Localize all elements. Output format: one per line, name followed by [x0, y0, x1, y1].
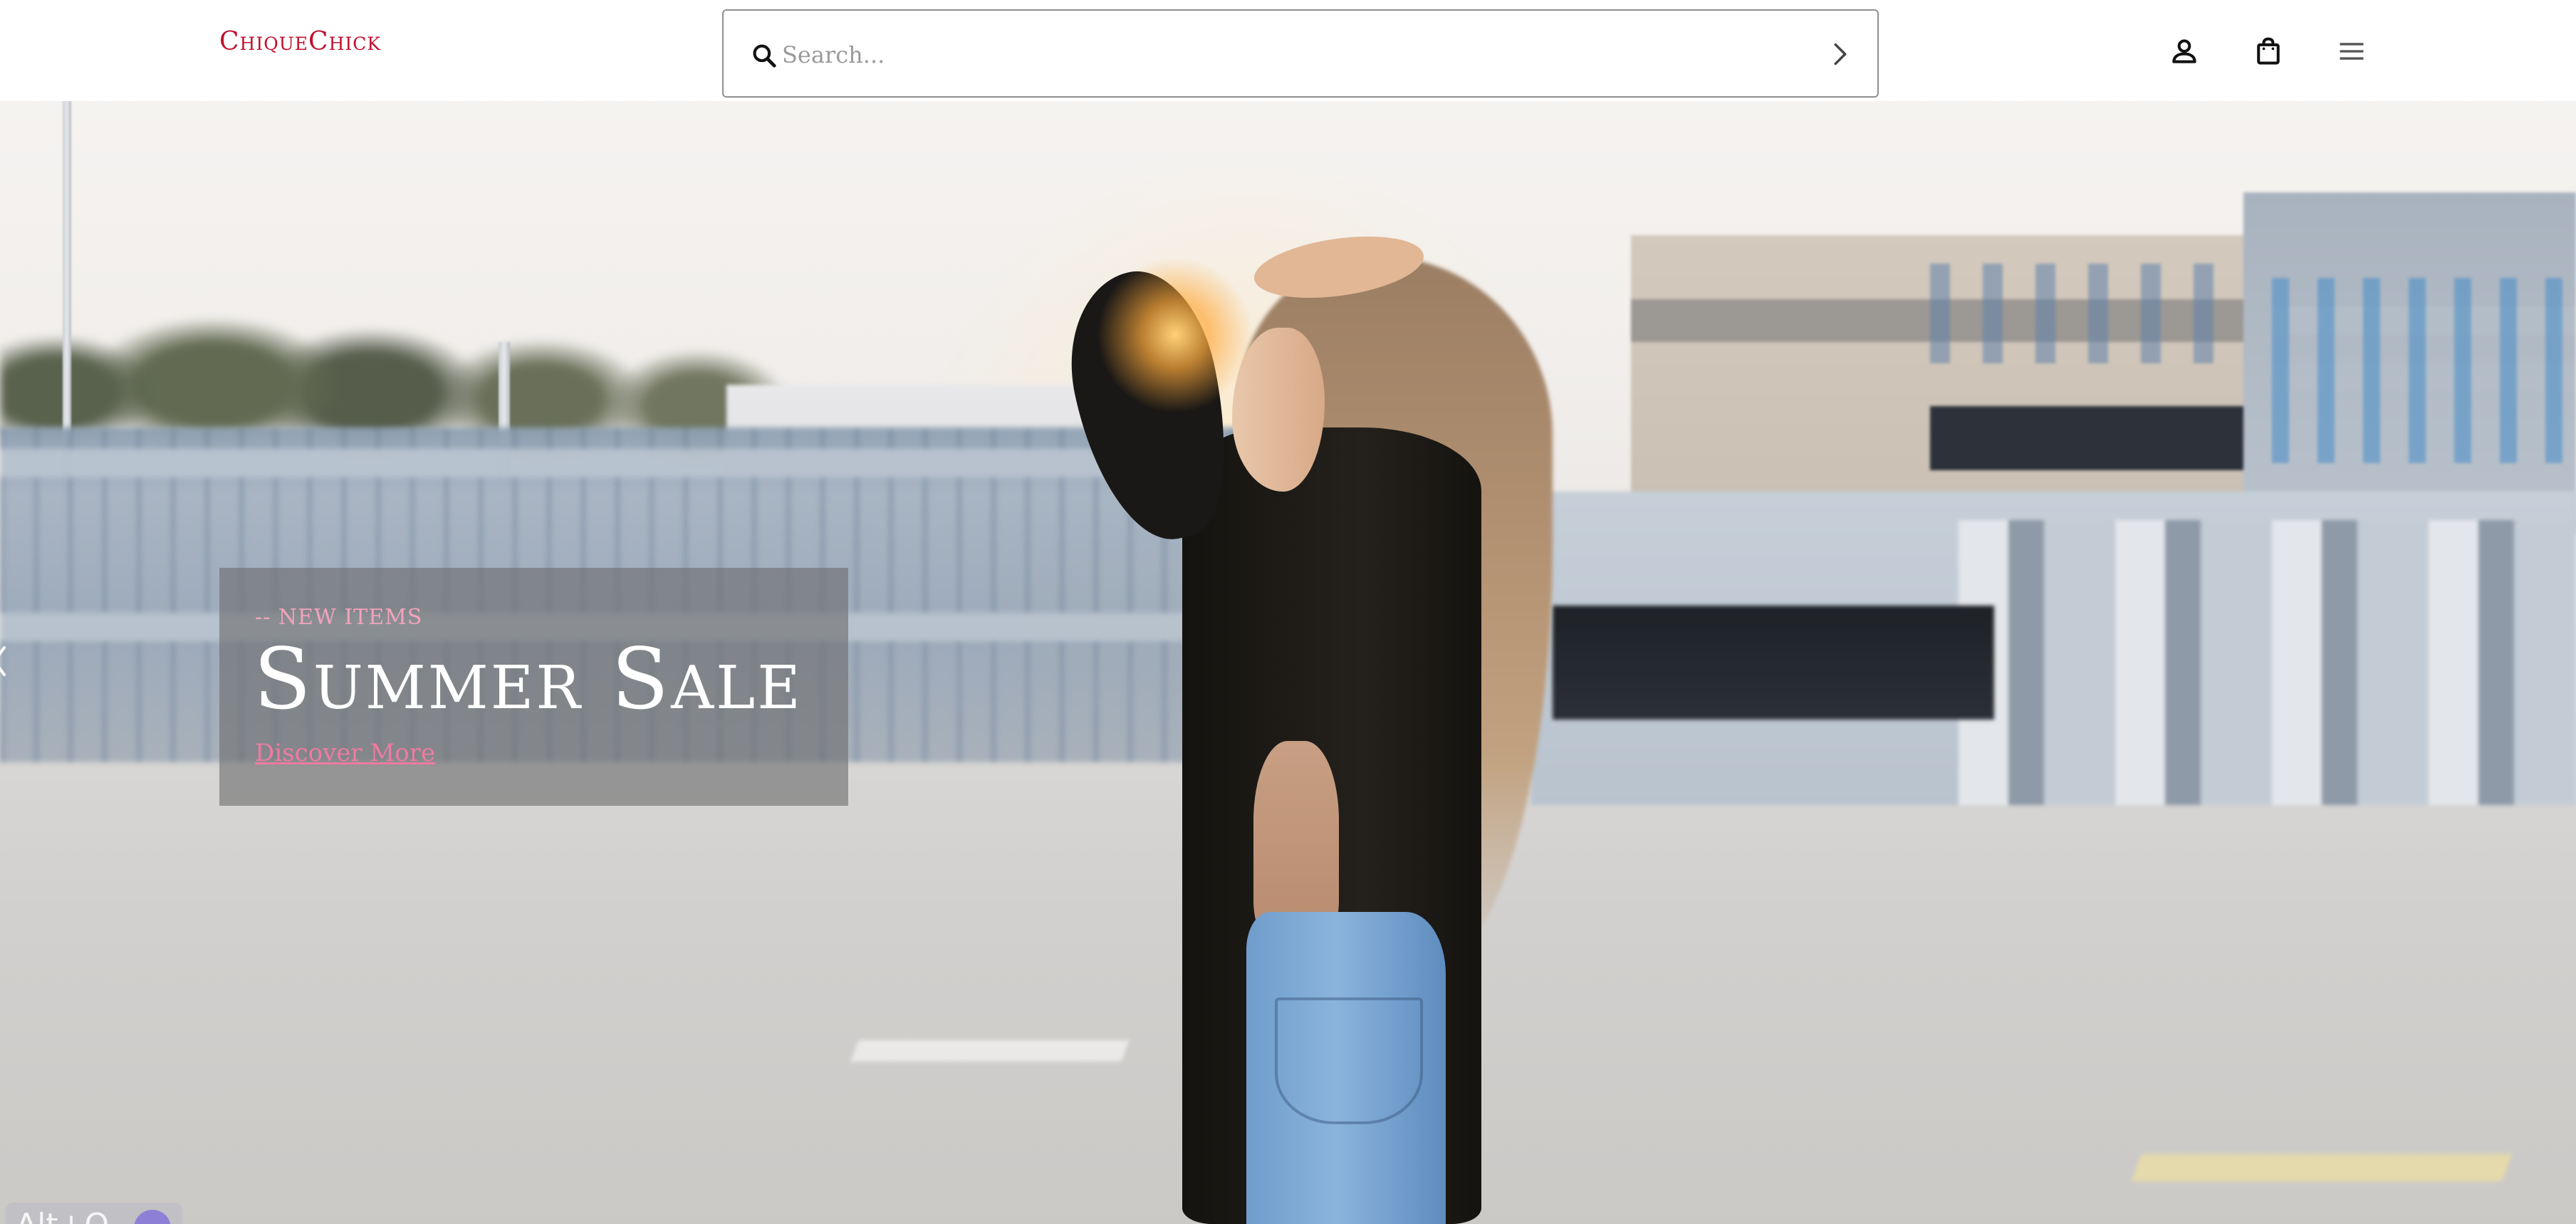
search-icon	[751, 42, 778, 69]
promo-eyebrow: -- NEW ITEMS	[255, 605, 423, 630]
railing-pillars	[1959, 520, 2576, 805]
model-back	[1253, 741, 1339, 940]
parking-tunnel	[1553, 606, 1994, 720]
site-logo[interactable]: ChiqueChick	[219, 27, 381, 56]
search-bar	[722, 9, 1879, 98]
account-button[interactable]	[2169, 36, 2200, 67]
promo-title: Summer Sale	[254, 630, 803, 728]
page: ChiqueChick Search... -- NEW ITEMS Summe…	[0, 0, 2576, 1224]
search-input[interactable]	[781, 31, 1795, 79]
site-header: ChiqueChick	[0, 0, 2576, 101]
assistant-dot-icon	[134, 1210, 171, 1224]
sun-flare	[1097, 256, 1253, 413]
discover-more-link[interactable]: Discover More	[255, 739, 435, 767]
shortcut-label: Alt+O	[16, 1207, 109, 1224]
hero-promo-box: -- NEW ITEMS Summer Sale Discover More	[219, 568, 848, 806]
hamburger-menu-icon	[2336, 43, 2367, 69]
user-icon	[2169, 39, 2200, 69]
model-jeans-pocket	[1275, 997, 1423, 1124]
chevron-right-icon	[1823, 43, 1856, 73]
background-building	[1631, 235, 2343, 534]
menu-button[interactable]	[2336, 36, 2367, 67]
building-windows	[2272, 278, 2576, 463]
ground-marking	[2132, 1154, 2512, 1181]
railing-beam	[0, 449, 1282, 477]
search-submit-button[interactable]	[1823, 38, 1856, 71]
keyboard-shortcut-badge[interactable]: Alt+O	[6, 1203, 182, 1224]
background-building	[2243, 192, 2576, 534]
chevron-left-icon	[0, 646, 6, 680]
cart-button[interactable]	[2253, 36, 2284, 67]
shopping-bag-icon	[2253, 37, 2284, 69]
carousel-prev-button[interactable]	[0, 645, 6, 678]
ground-marking	[850, 1040, 1130, 1062]
